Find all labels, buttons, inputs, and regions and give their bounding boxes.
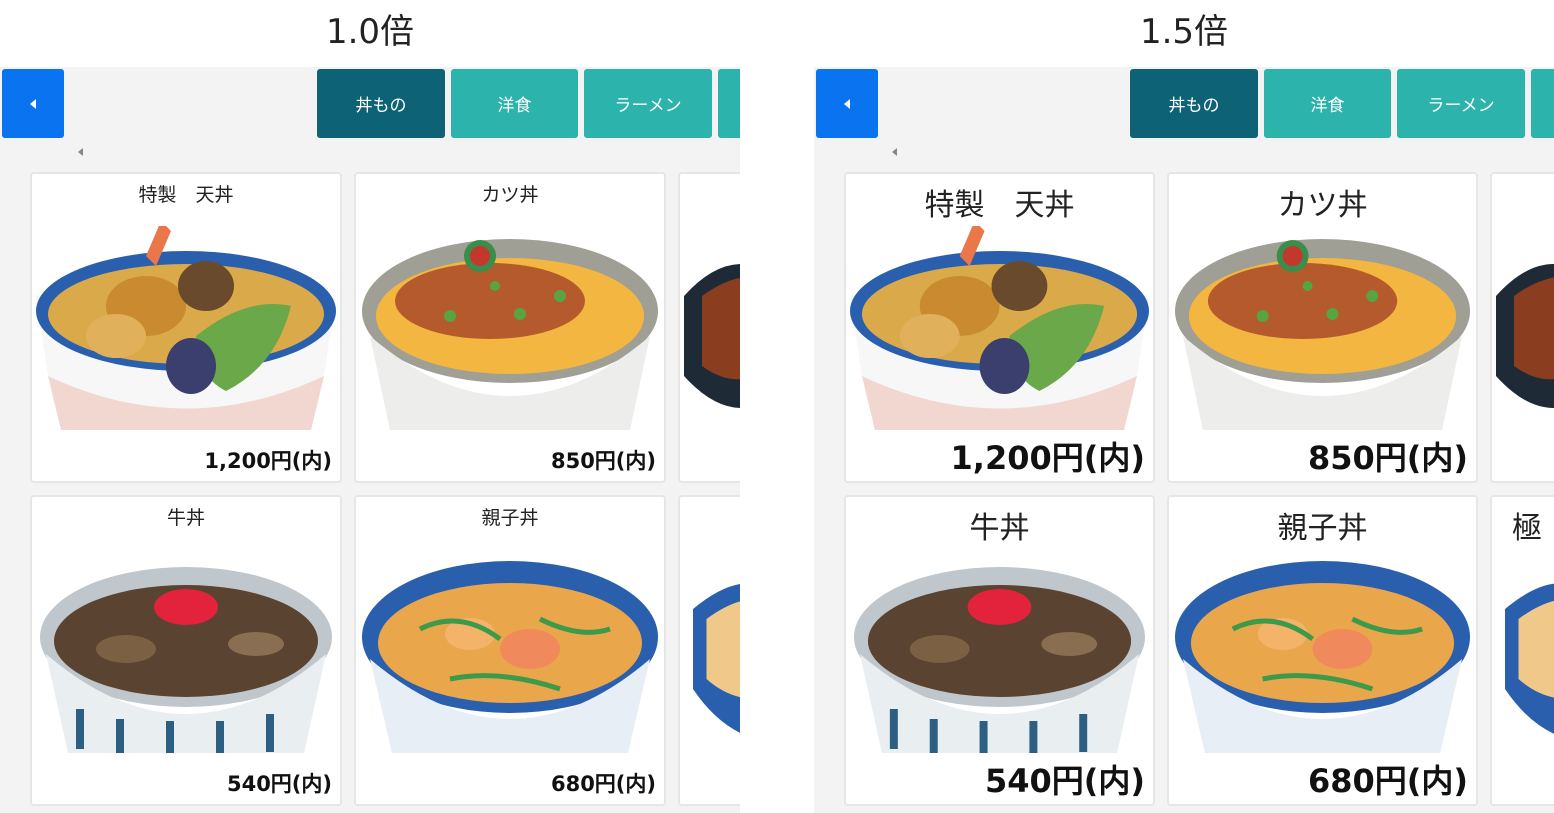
tab-donburi[interactable]: 丼もの: [317, 69, 445, 138]
tab-yoshoku[interactable]: 洋食: [1264, 69, 1391, 138]
menu-card-gyudon[interactable]: 牛丼 540円(内): [32, 497, 340, 804]
tendon-bowl-image: [36, 226, 336, 430]
menu-item-name: カツ丼: [481, 184, 539, 206]
menu-card-partial[interactable]: [1492, 174, 1554, 481]
katsudon-bowl-image: [1173, 226, 1472, 430]
menu-item-name-partial: 極: [1512, 511, 1542, 546]
menu-card-partial[interactable]: [680, 497, 740, 804]
katsudon-bowl-image: [360, 226, 660, 430]
menu-item-name: 牛丼: [969, 511, 1030, 546]
zoom-label-1-5x: 1.5倍: [1139, 12, 1229, 52]
menu-item-name: 親子丼: [1277, 511, 1368, 546]
menu-card-tendon[interactable]: 特製 天丼 1,200円(内): [846, 174, 1153, 481]
category-bar: 丼もの 洋食 ラーメン: [0, 67, 740, 139]
menu-card-katsudon[interactable]: カツ丼 850円(内): [1169, 174, 1476, 481]
tab-yoshoku[interactable]: 洋食: [451, 69, 578, 138]
tab-ramen[interactable]: ラーメン: [584, 69, 712, 138]
menu-card-oyakodon[interactable]: 親子丼 680円(内): [356, 497, 664, 804]
udon-bowl-image: [1496, 549, 1554, 753]
menu-item-price: 680円(内): [550, 772, 656, 796]
gyudon-bowl-image: [36, 549, 336, 753]
tab-next-partial[interactable]: [718, 69, 740, 138]
zoom-label-1x: 1.0倍: [325, 12, 415, 52]
menu-card-partial[interactable]: 極: [1492, 497, 1554, 804]
kiosk-screen-1-5x: 丼もの 洋食 ラーメン 特製 天丼 1,200円(内) カツ丼 850円(内) …: [814, 67, 1554, 813]
back-button[interactable]: [816, 69, 878, 138]
menu-item-name: 特製 天丼: [924, 188, 1075, 223]
menu-card-partial[interactable]: [680, 174, 740, 481]
menu-card-katsudon[interactable]: カツ丼 850円(内): [356, 174, 664, 481]
menu-item-name: 親子丼: [481, 507, 539, 529]
menu-item-price: 850円(内): [550, 449, 656, 473]
menu-item-name: 特製 天丼: [138, 184, 234, 206]
tab-next-partial[interactable]: [1531, 69, 1554, 138]
scroll-left-arrow-icon[interactable]: [892, 148, 897, 156]
menu-item-price: 1,200円(内): [204, 449, 332, 473]
scroll-left-arrow-icon[interactable]: [78, 148, 83, 156]
tendon-bowl-image: [850, 226, 1149, 430]
menu-card-tendon[interactable]: 特製 天丼 1,200円(内): [32, 174, 340, 481]
udon-bowl-image: [684, 549, 740, 753]
tab-donburi[interactable]: 丼もの: [1130, 69, 1258, 138]
noodle-bowl-image: [684, 226, 740, 430]
menu-item-price: 850円(内): [1307, 439, 1468, 477]
back-button[interactable]: [2, 69, 64, 138]
caret-left-icon: [844, 99, 850, 109]
menu-item-price: 540円(内): [984, 762, 1145, 800]
menu-card-oyakodon[interactable]: 親子丼 680円(内): [1169, 497, 1476, 804]
menu-item-price: 1,200円(内): [950, 439, 1145, 477]
gyudon-bowl-image: [850, 549, 1149, 753]
oyakodon-bowl-image: [1173, 549, 1472, 753]
category-bar: 丼もの 洋食 ラーメン: [814, 67, 1554, 139]
kiosk-screen-1x: 丼もの 洋食 ラーメン 特製 天丼 1,200円(内) カツ丼 850円(内) …: [0, 67, 740, 813]
oyakodon-bowl-image: [360, 549, 660, 753]
noodle-bowl-image: [1496, 226, 1554, 430]
horizontal-scrollbar[interactable]: [814, 143, 1554, 159]
tab-ramen[interactable]: ラーメン: [1397, 69, 1525, 138]
menu-item-name: カツ丼: [1277, 188, 1368, 223]
menu-item-price: 680円(内): [1307, 762, 1468, 800]
caret-left-icon: [30, 99, 36, 109]
menu-card-gyudon[interactable]: 牛丼 540円(内): [846, 497, 1153, 804]
menu-item-name: 牛丼: [166, 507, 205, 529]
horizontal-scrollbar[interactable]: [0, 143, 740, 159]
menu-item-price: 540円(内): [226, 772, 332, 796]
